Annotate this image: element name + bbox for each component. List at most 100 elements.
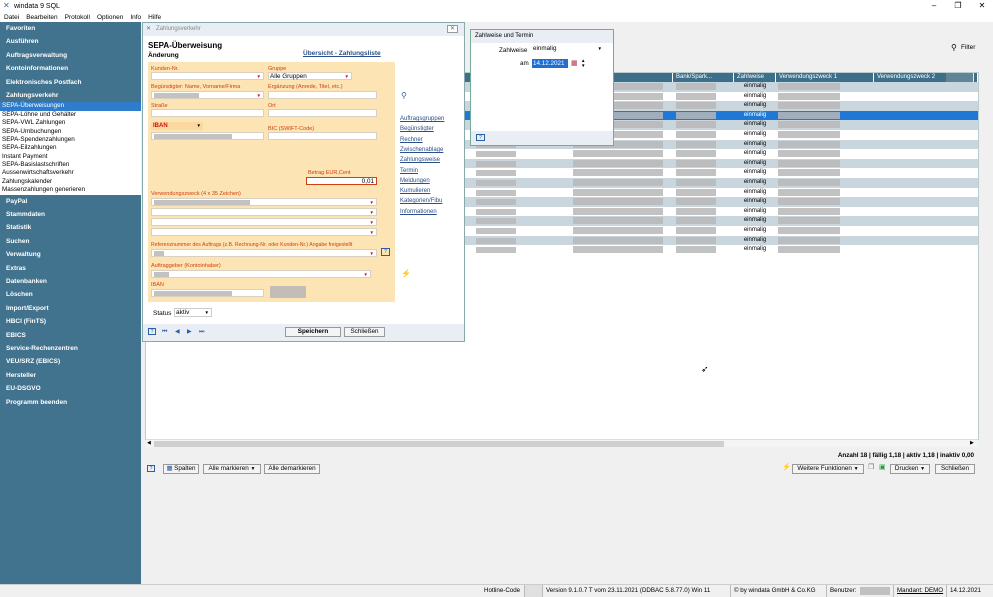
sidebar-item[interactable]: Zahlungskalender [0, 178, 141, 186]
sidebar-section[interactable]: Stammdaten [0, 208, 141, 221]
client-label[interactable]: Mandant: DEMO [893, 585, 943, 597]
sidebar-item[interactable]: SEPA-VWL Zahlungen [0, 119, 141, 127]
more-functions-button[interactable]: Weitere Funktionen ▼ [792, 464, 864, 474]
side-link[interactable]: Meldungen [400, 178, 430, 184]
menu-item-0[interactable]: Datei [4, 14, 19, 21]
purpose-line-2[interactable] [151, 208, 377, 216]
sidebar-section[interactable]: EU-DSGVO [0, 382, 141, 395]
filter-icon[interactable]: ⚲ [951, 43, 957, 52]
status-select[interactable]: aktiv ▼ [174, 308, 212, 317]
grid-column-header[interactable]: Verwendungszweck 1 [776, 73, 874, 82]
sidebar-item[interactable]: SEPA-Eilzahlungen [0, 144, 141, 152]
save-button[interactable]: Speichern [285, 327, 341, 337]
close-list-button[interactable]: Schließen [935, 464, 975, 474]
sidebar-section[interactable]: Service-Rechenzentren [0, 342, 141, 355]
sidebar-section[interactable]: Elektronisches Postfach [0, 76, 141, 89]
last-record-icon[interactable]: ⏭ [199, 328, 204, 336]
select-all-button[interactable]: Alle markieren ▼ [203, 464, 261, 474]
sidebar-section[interactable]: Verwaltung [0, 248, 141, 261]
purpose-line-4[interactable] [151, 228, 377, 236]
sidebar-item[interactable]: SEPA-Umbuchungen [0, 128, 141, 136]
scroll-left-icon[interactable]: ◀ [147, 440, 151, 446]
side-link[interactable]: Kategorien/Fibu [400, 198, 442, 204]
grid-column-header[interactable]: Zahlweise [734, 73, 776, 82]
date-field[interactable]: 14.12.2021 [532, 59, 568, 68]
copy-icon[interactable]: ❐ [868, 464, 874, 472]
side-link[interactable]: Termin [400, 168, 418, 174]
previous-record-icon[interactable]: ◀ [175, 328, 180, 336]
side-link[interactable]: Zahlungsweise [400, 157, 440, 163]
close-icon[interactable]: ✕ [972, 0, 992, 12]
sidebar-section[interactable]: Kontoinformationen [0, 62, 141, 75]
iban-selector[interactable]: IBAN ▼ [151, 122, 203, 130]
sidebar-item[interactable]: SEPA-Spendenzahlungen [0, 136, 141, 144]
print-button[interactable]: Drucken ▼ [890, 464, 930, 474]
sidebar-section[interactable]: Extras [0, 262, 141, 275]
originator-iban-field[interactable] [151, 289, 264, 297]
dialog-help-icon[interactable]: ? [148, 328, 156, 335]
customer-number-field[interactable] [151, 72, 264, 80]
excel-icon[interactable]: ▣ [879, 464, 886, 472]
sidebar-item[interactable]: Aussenwirtschaftsverkehr [0, 169, 141, 177]
street-field[interactable] [151, 109, 264, 117]
sidebar-section[interactable]: Löschen [0, 288, 141, 301]
sidebar-item[interactable]: SEPA-Basislastschriften [0, 161, 141, 169]
sidebar-section[interactable]: Suchen [0, 235, 141, 248]
sidebar-section[interactable]: VEU/SRZ (EBICS) [0, 355, 141, 368]
side-link[interactable]: Zwischenablage [400, 147, 443, 153]
sidebar-section[interactable]: EBICS [0, 329, 141, 342]
sidebar-section[interactable]: Datenbanken [0, 275, 141, 288]
calendar-icon[interactable]: ▦ [571, 59, 578, 67]
beneficiary-field[interactable] [151, 91, 264, 99]
side-link[interactable]: Auftragsgruppen [400, 116, 444, 122]
grid-column-header[interactable]: Bank/Spark... [673, 73, 734, 82]
bic-field[interactable] [268, 132, 377, 140]
side-link[interactable]: Informationen [400, 209, 437, 215]
originator-field[interactable] [151, 270, 371, 278]
group-select[interactable]: Alle Gruppen [268, 72, 352, 80]
overview-link[interactable]: Übersicht - Zahlungsliste [303, 50, 381, 57]
menu-item-5[interactable]: Hilfe [148, 14, 161, 21]
menu-item-1[interactable]: Bearbeiten [26, 14, 57, 21]
reference-field[interactable] [151, 249, 377, 257]
first-record-icon[interactable]: ⏮ [162, 328, 167, 336]
sidebar-section[interactable]: PayPal [0, 195, 141, 208]
sidebar-item[interactable]: Instant Payment [0, 153, 141, 161]
sidebar-section[interactable]: HBCI (FinTS) [0, 315, 141, 328]
help-icon[interactable]: ? [147, 465, 155, 472]
scrollbar-thumb[interactable] [154, 441, 724, 447]
amount-field[interactable]: 0,01 [306, 177, 377, 185]
dialog-close-button[interactable]: Schließen [344, 327, 385, 337]
menu-item-4[interactable]: Info [130, 14, 141, 21]
menu-item-2[interactable]: Protokoll [65, 14, 90, 21]
side-link[interactable]: Begünstigter [400, 126, 434, 132]
sidebar-section[interactable]: Favoriten [0, 22, 141, 35]
sidebar-item[interactable]: SEPA-Löhne und Gehälter [0, 111, 141, 119]
side-link[interactable]: Rechner [400, 137, 423, 143]
menu-item-3[interactable]: Optionen [97, 14, 123, 21]
sidebar-section[interactable]: Ausführen [0, 35, 141, 48]
dialog-close-icon[interactable]: ✕ [447, 25, 458, 33]
horizontal-scrollbar[interactable]: ◀ ▶ [146, 439, 978, 447]
maximize-icon[interactable]: ❐ [948, 0, 968, 12]
popup-help-icon[interactable]: ? [476, 134, 485, 141]
search-icon[interactable]: ⚲ [401, 92, 407, 100]
minimize-icon[interactable]: – [924, 0, 944, 12]
sidebar-section[interactable]: Zahlungsverkehr [0, 89, 141, 102]
side-link[interactable]: Kumulieren [400, 188, 430, 194]
date-spinner-icon[interactable]: ▲ ▼ [581, 58, 585, 68]
sidebar-section[interactable]: Programm beenden [0, 396, 141, 409]
scroll-right-icon[interactable]: ▶ [970, 440, 974, 446]
purpose-line-3[interactable] [151, 218, 377, 226]
next-record-icon[interactable]: ▶ [187, 328, 192, 336]
filter-label[interactable]: Filter [961, 44, 975, 51]
payment-method-select[interactable]: einmalig ▼ [532, 45, 604, 54]
sidebar-section[interactable]: Auftragsverwaltung [0, 49, 141, 62]
sidebar-section[interactable]: Hersteller [0, 369, 141, 382]
columns-button[interactable]: ▦ Spalten [163, 464, 199, 474]
supplement-field[interactable] [268, 91, 377, 99]
sidebar-section[interactable]: Statistik [0, 221, 141, 234]
sidebar-item[interactable]: Massenzahlungen generieren [0, 186, 141, 194]
city-field[interactable] [268, 109, 377, 117]
purpose-line-1[interactable] [151, 198, 377, 206]
